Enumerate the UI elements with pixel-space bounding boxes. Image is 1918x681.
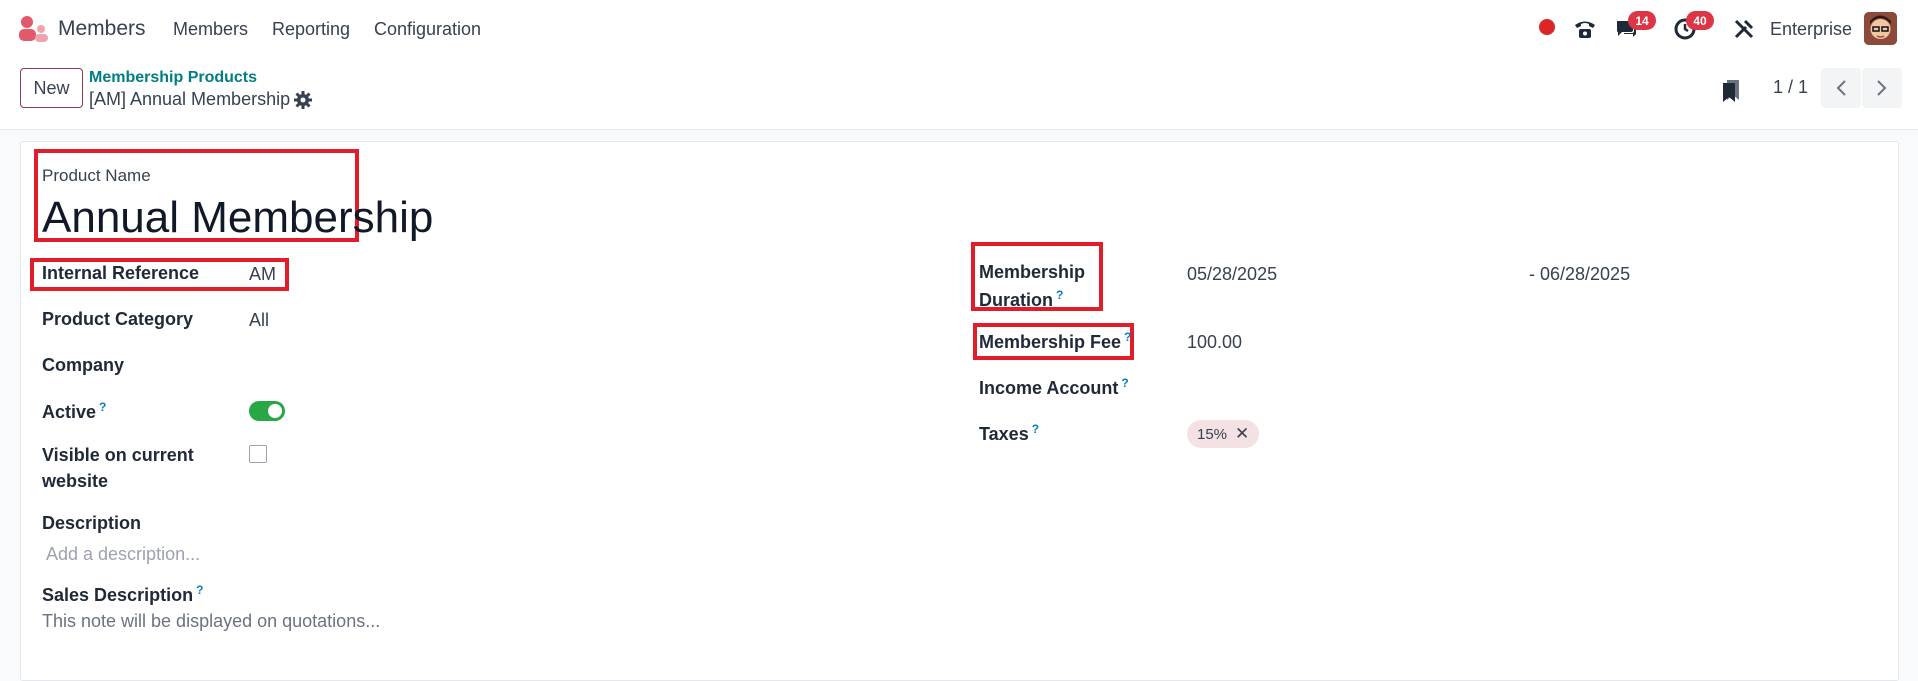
- sales-description-input[interactable]: This note will be displayed on quotation…: [42, 611, 380, 632]
- pager-next-button[interactable]: [1862, 68, 1902, 108]
- user-avatar[interactable]: [1864, 12, 1897, 45]
- top-navbar: Members Members Reporting Configuration …: [0, 0, 1918, 58]
- membership-fee-help-icon[interactable]: ?: [1124, 330, 1131, 344]
- tax-tag[interactable]: 15% ✕: [1187, 420, 1260, 448]
- activity-badge: 40: [1686, 11, 1714, 30]
- taxes-help-icon[interactable]: ?: [1032, 422, 1039, 436]
- description-input[interactable]: Add a description...: [46, 544, 200, 565]
- bookmark-icon[interactable]: [1720, 78, 1742, 102]
- income-account-help-icon[interactable]: ?: [1121, 376, 1128, 390]
- phone-icon[interactable]: [1570, 14, 1600, 44]
- gear-icon[interactable]: [293, 90, 313, 110]
- product-form-sheet: Product Name Annual Membership Internal …: [20, 141, 1899, 681]
- menu-configuration[interactable]: Configuration: [374, 19, 481, 40]
- membership-date-to-input[interactable]: - 06/28/2025: [1529, 264, 1630, 285]
- sales-description-label: Sales Description?: [42, 583, 204, 605]
- control-panel: New Membership Products [AM] Annual Memb…: [0, 58, 1918, 130]
- menu-members[interactable]: Members: [173, 19, 248, 40]
- tax-tag-label: 15%: [1197, 425, 1228, 443]
- product-category-label: Product Category: [42, 309, 194, 329]
- company-switcher[interactable]: Enterprise: [1770, 19, 1852, 40]
- menu-reporting[interactable]: Reporting: [272, 19, 350, 40]
- membership-duration-help-icon[interactable]: ?: [1056, 288, 1063, 302]
- chevron-left-icon: [1836, 80, 1846, 96]
- product-name-label: Product Name: [42, 166, 151, 185]
- chat-badge: 14: [1628, 11, 1656, 30]
- product-category-select[interactable]: All: [249, 310, 269, 331]
- visible-on-website-label: Visible on current: [42, 445, 194, 465]
- app-name[interactable]: Members: [58, 17, 146, 41]
- membership-duration-label-line2: Duration?: [979, 288, 1064, 310]
- membership-fee-label: Membership Fee?: [979, 330, 1132, 352]
- active-label: Active?: [42, 400, 107, 422]
- breadcrumb-current-record: [AM] Annual Membership: [89, 89, 291, 109]
- internal-reference-input[interactable]: AM: [249, 264, 276, 285]
- membership-fee-input[interactable]: 100.00: [1187, 332, 1242, 353]
- income-account-label: Income Account?: [979, 376, 1129, 398]
- membership-duration-label: Membership: [979, 262, 1086, 282]
- pager-previous-button[interactable]: [1821, 68, 1861, 108]
- chevron-right-icon: [1877, 80, 1887, 96]
- active-toggle[interactable]: [249, 401, 285, 421]
- taxes-label: Taxes?: [979, 422, 1040, 444]
- product-name-input[interactable]: Annual Membership: [42, 193, 433, 243]
- recording-indicator-icon[interactable]: [1539, 19, 1555, 35]
- sales-description-help-icon[interactable]: ?: [196, 583, 203, 597]
- active-help-icon[interactable]: ?: [99, 400, 106, 414]
- membership-date-from-input[interactable]: 05/28/2025: [1187, 264, 1277, 285]
- pager-value[interactable]: 1 / 1: [1773, 77, 1808, 98]
- visible-on-website-checkbox[interactable]: [249, 445, 267, 463]
- internal-reference-label: Internal Reference: [42, 263, 200, 283]
- members-app-icon[interactable]: [18, 15, 48, 43]
- close-icon[interactable]: ✕: [1235, 424, 1249, 444]
- visible-on-website-label-line2: website: [42, 471, 109, 491]
- settings-tools-icon[interactable]: [1729, 14, 1759, 44]
- company-label: Company: [42, 355, 125, 375]
- description-label: Description: [42, 513, 142, 533]
- new-button[interactable]: New: [20, 68, 83, 108]
- breadcrumb-membership-products[interactable]: Membership Products: [89, 69, 257, 87]
